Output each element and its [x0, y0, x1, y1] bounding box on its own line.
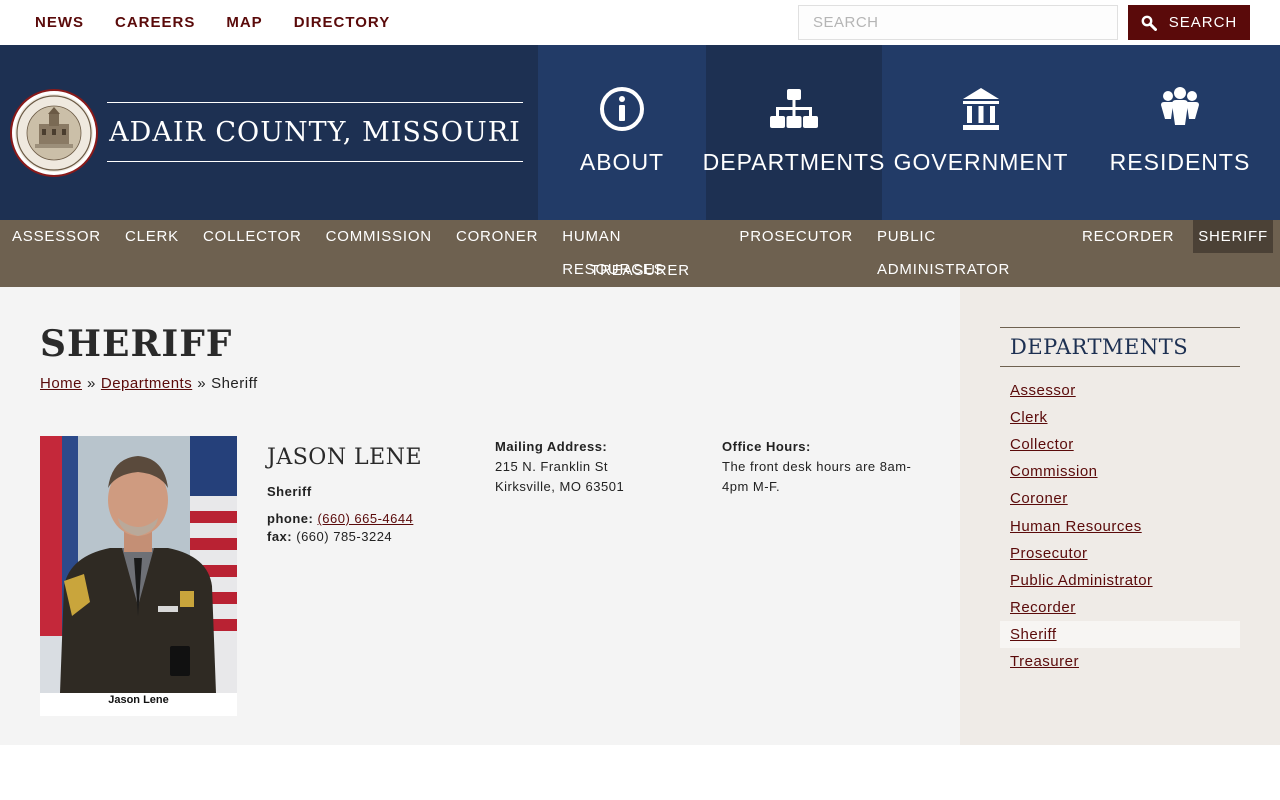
subnav-prosecutor[interactable]: PROSECUTOR	[734, 220, 858, 253]
sidebar-link-prosecutor[interactable]: Prosecutor	[1010, 545, 1088, 562]
site-title-frame: ADAIR COUNTY, MISSOURI	[107, 102, 523, 162]
sidebar-title: DEPARTMENTS	[1010, 335, 1189, 359]
search-button[interactable]: SEARCH	[1128, 5, 1250, 40]
sidebar-item-prosecutor: Prosecutor	[1000, 540, 1240, 567]
main-nav-government[interactable]: GOVERNMENT	[882, 45, 1080, 220]
sidebar-link-recorder[interactable]: Recorder	[1010, 599, 1076, 616]
org-chart-icon	[768, 85, 820, 133]
mailing-address-line1: 215 N. Franklin St	[495, 459, 609, 474]
sidebar-item-clerk: Clerk	[1000, 404, 1240, 431]
breadcrumb-current: Sheriff	[211, 375, 258, 392]
main-content: SHERIFF Home» Departments» Sheriff Jason…	[0, 287, 960, 745]
people-icon	[1160, 85, 1200, 133]
breadcrumb: Home» Departments» Sheriff	[40, 375, 258, 392]
subnav-clerk[interactable]: CLERK	[120, 220, 184, 253]
mailing-address-line2: Kirksville, MO 63501	[495, 479, 625, 494]
person-name: JASON LENE	[267, 445, 423, 470]
phone-link[interactable]: (660) 665-4644	[317, 511, 413, 526]
subnav-assessor[interactable]: ASSESSOR	[7, 220, 106, 253]
subnav-public-administrator[interactable]: PUBLIC ADMINISTRATOR	[872, 220, 1063, 278]
sidebar-item-sheriff: Sheriff	[1000, 620, 1240, 648]
main-nav-departments[interactable]: DEPARTMENTS	[703, 45, 884, 220]
sidebar-link-clerk[interactable]: Clerk	[1010, 409, 1048, 426]
sidebar-item-public-administrator: Public Administrator	[1000, 567, 1240, 594]
person-role: Sheriff	[267, 484, 312, 499]
sidebar-item-treasurer: Treasurer	[1000, 648, 1240, 675]
sidebar-link-coroner[interactable]: Coroner	[1010, 490, 1068, 507]
brand[interactable]: ADAIR COUNTY, MISSOURI	[0, 45, 538, 220]
subnav-human-resources[interactable]: HUMAN RESOURCES	[557, 220, 720, 278]
utility-link-map[interactable]: MAP	[226, 14, 262, 31]
subnav-collector[interactable]: COLLECTOR	[198, 220, 307, 253]
mailing-address: Mailing Address: 215 N. Franklin St Kirk…	[495, 437, 695, 497]
sidebar-item-commission: Commission	[1000, 458, 1240, 485]
search-input[interactable]	[798, 5, 1118, 40]
fax-line: fax: (660) 785-3224	[267, 529, 477, 544]
sidebar-item-assessor: Assessor	[1000, 377, 1240, 404]
info-icon	[598, 85, 646, 133]
subnav-treasurer[interactable]: TREASURER	[585, 254, 695, 287]
sidebar-link-commission[interactable]: Commission	[1010, 463, 1098, 480]
departments-sidebar: DEPARTMENTS Assessor Clerk Collector Com…	[960, 287, 1280, 745]
utility-link-news[interactable]: NEWS	[35, 14, 84, 31]
main-nav-residents[interactable]: RESIDENTS	[1080, 45, 1280, 220]
sheriff-portrait-image	[40, 436, 237, 693]
subnav-coroner[interactable]: CORONER	[451, 220, 543, 253]
sidebar-item-collector: Collector	[1000, 431, 1240, 458]
main-nav-about-label: ABOUT	[579, 149, 665, 175]
sidebar-list: Assessor Clerk Collector Commission Coro…	[1000, 377, 1240, 675]
subnav-row: ASSESSOR CLERK COLLECTOR COMMISSION CORO…	[0, 220, 1280, 278]
sidebar-link-sheriff[interactable]: Sheriff	[1010, 626, 1057, 643]
sidebar-link-treasurer[interactable]: Treasurer	[1010, 653, 1079, 670]
sidebar-title-frame: DEPARTMENTS	[1000, 327, 1240, 367]
breadcrumb-separator: »	[87, 375, 96, 392]
page-title: SHERIFF	[40, 323, 233, 365]
main-nav: ABOUT DEPARTMENTS GOVERNMENT RESIDENTS	[538, 45, 1280, 220]
subnav-row: TREASURER	[0, 254, 1280, 287]
utility-bar: NEWS CAREERS MAP DIRECTORY SEARCH	[0, 0, 1280, 45]
county-seal-logo	[12, 91, 96, 175]
photo-caption: Jason Lene	[108, 694, 169, 706]
sheriff-contact-card: JASON LENE Sheriff phone: (660) 665-4644…	[267, 445, 477, 544]
subnav-sheriff[interactable]: SHERIFF	[1193, 220, 1273, 253]
site-title: ADAIR COUNTY, MISSOURI	[109, 116, 521, 148]
breadcrumb-departments[interactable]: Departments	[101, 375, 192, 392]
government-building-icon	[961, 85, 1001, 133]
main-nav-residents-label: RESIDENTS	[1109, 149, 1251, 175]
office-hours-text: The front desk hours are 8am-4pm M-F.	[722, 459, 912, 494]
phone-label: phone:	[267, 511, 314, 526]
search-button-label: SEARCH	[1168, 14, 1238, 31]
office-hours: Office Hours: The front desk hours are 8…	[722, 437, 922, 497]
sidebar-item-human-resources: Human Resources	[1000, 512, 1240, 539]
breadcrumb-separator: »	[197, 375, 207, 392]
utility-nav: NEWS CAREERS MAP DIRECTORY	[35, 0, 421, 45]
main-nav-about[interactable]: ABOUT	[538, 45, 706, 220]
sidebar-link-public-administrator[interactable]: Public Administrator	[1010, 572, 1153, 589]
main-nav-government-label: GOVERNMENT	[893, 149, 1069, 175]
subnav-commission[interactable]: COMMISSION	[321, 220, 437, 253]
fax-label: fax:	[267, 529, 293, 544]
department-subnav: ASSESSOR CLERK COLLECTOR COMMISSION CORO…	[0, 220, 1280, 287]
contact-details: phone: (660) 665-4644 fax: (660) 785-322…	[267, 511, 477, 544]
sidebar-link-collector[interactable]: Collector	[1010, 436, 1074, 453]
main-nav-departments-label: DEPARTMENTS	[702, 149, 886, 175]
phone-line: phone: (660) 665-4644	[267, 511, 477, 526]
sheriff-photo: Jason Lene	[40, 436, 237, 716]
sidebar-item-coroner: Coroner	[1000, 485, 1240, 512]
utility-link-careers[interactable]: CAREERS	[115, 14, 195, 31]
sidebar-link-assessor[interactable]: Assessor	[1010, 382, 1076, 399]
office-hours-label: Office Hours:	[722, 439, 811, 454]
site-header: ADAIR COUNTY, MISSOURI ABOUT DEPARTMENTS…	[0, 45, 1280, 220]
fax-number: (660) 785-3224	[296, 529, 393, 544]
sidebar-link-human-resources[interactable]: Human Resources	[1010, 518, 1142, 535]
search-icon	[1141, 15, 1157, 31]
subnav-recorder[interactable]: RECORDER	[1077, 220, 1179, 253]
breadcrumb-home[interactable]: Home	[40, 375, 82, 392]
mailing-address-label: Mailing Address:	[495, 439, 608, 454]
utility-link-directory[interactable]: DIRECTORY	[294, 14, 391, 31]
sidebar-item-recorder: Recorder	[1000, 594, 1240, 621]
